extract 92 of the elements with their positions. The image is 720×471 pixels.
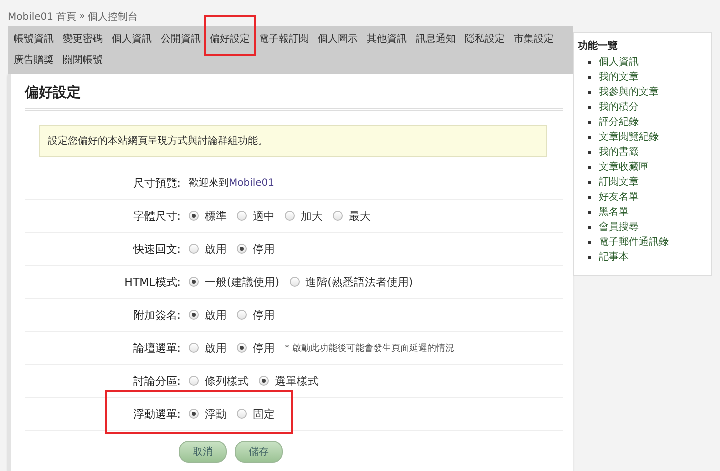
radio-button[interactable] — [237, 310, 247, 320]
radio-label[interactable]: 停用 — [253, 340, 275, 356]
bullet-icon — [588, 181, 592, 184]
radio-label[interactable]: 停用 — [253, 242, 275, 256]
breadcrumb-current: 個人控制台 — [88, 10, 138, 24]
nav-link[interactable]: 市集設定 — [514, 34, 554, 45]
radio-button[interactable] — [189, 244, 199, 254]
sidebar-link[interactable]: 文章閱覽紀錄 — [599, 130, 660, 145]
radio-label[interactable]: 浮動 — [205, 406, 227, 422]
nav-link[interactable]: 訊息通知 — [416, 34, 456, 45]
bullet-icon — [588, 211, 592, 214]
sidebar-link[interactable]: 我參與的文章 — [599, 85, 660, 100]
breadcrumb-link[interactable]: Mobile01 首頁 — [8, 10, 77, 24]
sidebar-link[interactable]: 我的文章 — [599, 70, 640, 85]
radio-button[interactable] — [189, 409, 199, 419]
radio-label[interactable]: 標準 — [205, 208, 227, 224]
field-label: 討論分區: — [132, 374, 181, 388]
form-button[interactable]: 取消 — [179, 441, 227, 463]
field-label: 論壇選單: — [132, 340, 181, 356]
sidebar-link[interactable]: 好友名單 — [599, 190, 640, 205]
radio-label[interactable]: 停用 — [253, 308, 275, 322]
radio-button[interactable] — [189, 376, 199, 386]
sidebar-link[interactable]: 個人資訊 — [599, 55, 640, 70]
radio-button[interactable] — [290, 277, 300, 287]
nav-link[interactable]: 隱私設定 — [465, 34, 505, 45]
bullet-icon — [588, 241, 592, 244]
radio-label[interactable]: 最大 — [349, 208, 371, 224]
radio-button[interactable] — [189, 343, 199, 353]
notice-text: 設定您偏好的本站網頁呈現方式與討論群組功能。 — [48, 136, 268, 147]
radio-label[interactable]: 啟用 — [205, 242, 227, 256]
bullet-icon — [588, 151, 592, 154]
nav-link[interactable]: 個人圖示 — [318, 34, 358, 45]
field-label: 浮動選單: — [132, 406, 181, 422]
sidebar-link[interactable]: 我的積分 — [599, 100, 640, 115]
radio-button[interactable] — [285, 211, 295, 221]
sidebar-link[interactable]: 評分紀錄 — [599, 115, 640, 130]
sidebar-link[interactable]: 訂閱文章 — [599, 175, 640, 190]
form-button[interactable]: 儲存 — [235, 441, 283, 463]
sidebar-title: 功能一覽 — [578, 40, 620, 53]
radio-button[interactable] — [189, 310, 199, 320]
bullet-icon — [588, 166, 592, 169]
nav-link[interactable]: 廣告贈獎 — [14, 55, 54, 66]
preview-link[interactable]: Mobile01 — [229, 178, 275, 189]
sidebar-link[interactable]: 我的書籤 — [599, 145, 640, 160]
sidebar-link[interactable]: 會員搜尋 — [599, 220, 640, 235]
nav-link[interactable]: 公開資訊 — [161, 34, 201, 45]
nav-link[interactable]: 偏好設定 — [210, 34, 250, 45]
bullet-icon — [588, 226, 592, 229]
bullet-icon — [588, 136, 592, 139]
radio-button[interactable] — [237, 343, 247, 353]
breadcrumb-separator: » — [80, 12, 86, 22]
radio-label[interactable]: 加大 — [301, 208, 323, 224]
nav-link[interactable]: 個人資訊 — [112, 34, 152, 45]
radio-label[interactable]: 啟用 — [205, 308, 227, 322]
radio-label[interactable]: 固定 — [253, 406, 275, 422]
radio-button[interactable] — [333, 211, 343, 221]
radio-button[interactable] — [189, 211, 199, 221]
preview-text: 歡迎來到Mobile01 — [189, 176, 275, 190]
sidebar-link[interactable]: 記事本 — [599, 250, 630, 265]
nav-link[interactable]: 關閉帳號 — [63, 55, 103, 66]
field-label: 快速回文: — [132, 242, 181, 256]
nav-link[interactable]: 電子報訂閱 — [259, 34, 309, 45]
radio-button[interactable] — [237, 244, 247, 254]
bullet-icon — [588, 121, 592, 124]
page-title: 偏好設定 — [25, 84, 82, 102]
field-label: 尺寸預覽: — [132, 176, 181, 190]
radio-button[interactable] — [189, 277, 199, 287]
nav-link[interactable]: 變更密碼 — [63, 34, 103, 45]
radio-button[interactable] — [237, 409, 247, 419]
radio-label[interactable]: 啟用 — [205, 340, 227, 356]
nav-link[interactable]: 帳號資訊 — [14, 34, 54, 45]
radio-label[interactable]: 選單樣式 — [275, 374, 319, 388]
radio-label[interactable]: 進階(熟悉語法者使用) — [306, 274, 414, 290]
sidebar-link[interactable]: 文章收藏匣 — [599, 160, 650, 175]
bullet-icon — [588, 61, 592, 64]
bullet-icon — [588, 256, 592, 259]
field-label: HTML模式: — [124, 274, 181, 290]
radio-label[interactable]: 適中 — [253, 208, 275, 224]
radio-label[interactable]: 條列樣式 — [205, 374, 249, 388]
nav-link[interactable]: 其他資訊 — [367, 34, 407, 45]
bullet-icon — [588, 196, 592, 199]
radio-button[interactable] — [237, 211, 247, 221]
field-label: 字體尺寸: — [132, 208, 181, 224]
radio-button[interactable] — [259, 376, 269, 386]
bullet-icon — [588, 106, 592, 109]
hint-text: * 啟動此功能後可能會發生頁面延遲的情況 — [285, 342, 454, 354]
sidebar-link[interactable]: 黑名單 — [599, 205, 630, 220]
radio-label[interactable]: 一般(建議使用) — [205, 274, 280, 290]
bullet-icon — [588, 91, 592, 94]
bullet-icon — [588, 76, 592, 79]
sidebar-link[interactable]: 電子郵件通訊錄 — [599, 235, 670, 250]
field-label: 附加簽名: — [132, 308, 181, 322]
